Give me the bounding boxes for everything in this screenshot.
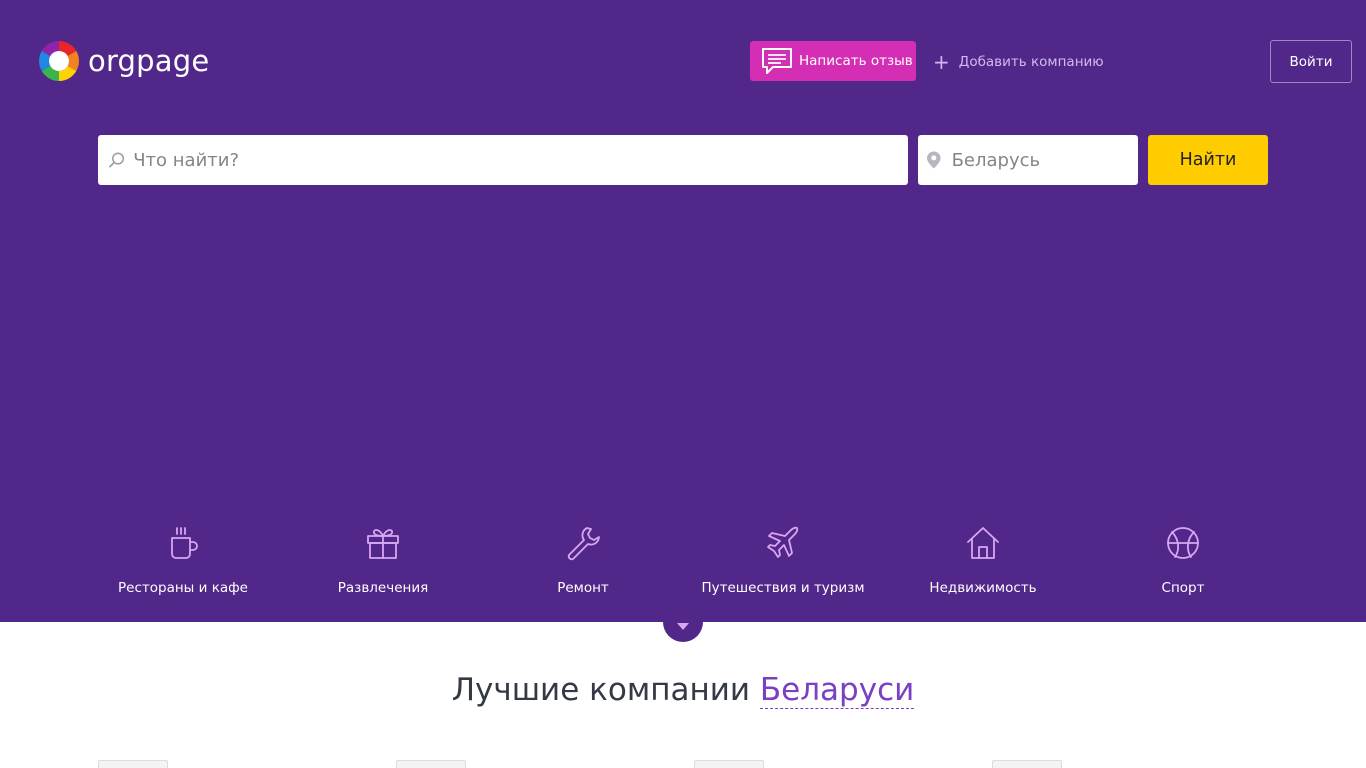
best-companies-title: Лучшие компании (451, 672, 751, 708)
category-label: Путешествия и туризм (701, 580, 865, 596)
category-repair[interactable]: Ремонт (483, 524, 683, 604)
category-label: Спорт (1161, 580, 1205, 596)
basketball-icon (1167, 527, 1199, 559)
hero-section: orgpage Написать отзыв + Добавить компан… (0, 0, 1366, 622)
logo[interactable]: orgpage (38, 40, 209, 82)
category-label: Развлечения (337, 580, 429, 596)
country-selector[interactable]: Беларуси (759, 672, 915, 709)
search-icon (109, 152, 125, 168)
gift-icon (367, 529, 399, 559)
location-pin-icon (927, 151, 941, 169)
category-entertainment[interactable]: Развлечения (283, 524, 483, 604)
chat-icon (762, 48, 792, 74)
house-icon (967, 527, 999, 559)
search-input[interactable] (133, 135, 908, 185)
company-card[interactable] (396, 760, 466, 768)
plus-icon: + (933, 50, 950, 74)
write-review-label: Написать отзыв (799, 53, 913, 69)
category-sport[interactable]: Спорт (1083, 524, 1283, 604)
best-companies-heading: Лучшие компании Беларуси (0, 672, 1366, 709)
company-thumbnail (98, 760, 168, 768)
expand-categories-button[interactable] (663, 602, 703, 642)
company-thumbnail (396, 760, 466, 768)
category-real-estate[interactable]: Недвижимость (883, 524, 1083, 604)
chevron-down-icon (677, 623, 689, 630)
add-company-link[interactable]: + Добавить компанию (933, 51, 1104, 73)
category-label: Ремонт (557, 580, 609, 596)
coffee-cup-icon (171, 527, 198, 559)
login-button[interactable]: Войти (1270, 40, 1352, 83)
location-field (918, 135, 1138, 185)
location-input[interactable] (951, 135, 1138, 185)
company-card[interactable] (98, 760, 168, 768)
category-label: Недвижимость (929, 580, 1037, 596)
logo-text: orgpage (88, 44, 210, 78)
category-restaurants[interactable]: Рестораны и кафе (83, 524, 283, 604)
company-thumbnail (992, 760, 1062, 768)
category-label: Рестораны и кафе (118, 580, 248, 596)
logo-icon (39, 41, 79, 81)
airplane-icon (767, 526, 799, 558)
add-company-label: Добавить компанию (958, 54, 1104, 70)
wrench-icon (567, 527, 600, 561)
search-field (98, 135, 908, 185)
company-card[interactable] (992, 760, 1062, 768)
company-thumbnail (694, 760, 764, 768)
find-button[interactable]: Найти (1148, 135, 1268, 185)
category-travel[interactable]: Путешествия и туризм (683, 524, 883, 604)
company-card[interactable] (694, 760, 764, 768)
write-review-button[interactable]: Написать отзыв (750, 41, 916, 81)
